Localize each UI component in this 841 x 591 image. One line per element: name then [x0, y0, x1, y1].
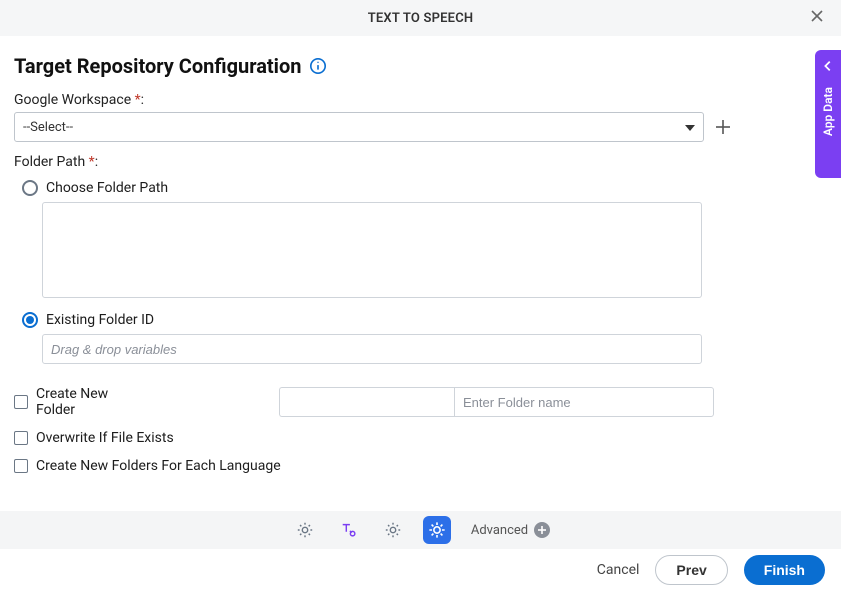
advanced-toggle[interactable]: Advanced	[471, 522, 550, 538]
gear-icon[interactable]	[291, 516, 319, 544]
info-icon[interactable]	[309, 57, 327, 75]
per-language-checkbox[interactable]	[14, 459, 28, 473]
page-title: Target Repository Configuration	[14, 54, 301, 78]
workspace-label: Google Workspace *:	[14, 92, 827, 108]
folder-path-label: Folder Path *:	[14, 154, 827, 170]
plus-circle-icon	[534, 522, 550, 538]
overwrite-row: Overwrite If File Exists	[14, 424, 827, 452]
overwrite-checkbox[interactable]	[14, 431, 28, 445]
target-gear-icon[interactable]	[423, 516, 451, 544]
radio-selected-icon[interactable]	[22, 312, 38, 328]
dialog-header: TEXT TO SPEECH	[0, 0, 841, 36]
advanced-label: Advanced	[471, 523, 528, 538]
folder-name-inputs	[279, 387, 714, 417]
existing-folder-id-input[interactable]	[42, 334, 702, 364]
text-branch-icon[interactable]	[335, 516, 363, 544]
content-area: Target Repository Configuration Google W…	[0, 36, 841, 480]
create-new-folder-row: Create New Folder	[14, 380, 714, 424]
side-tab-label: App Data	[821, 87, 835, 136]
per-language-label: Create New Folders For Each Language	[36, 458, 281, 474]
radio-unselected-icon[interactable]	[22, 180, 38, 196]
button-row: Cancel Prev Finish	[0, 549, 841, 591]
folder-name-input[interactable]	[454, 387, 714, 417]
app-data-side-tab[interactable]: App Data	[815, 50, 841, 178]
add-workspace-button[interactable]	[712, 116, 734, 138]
existing-folder-id-option[interactable]: Existing Folder ID	[22, 306, 827, 334]
folder-name-prefix-input[interactable]	[279, 387, 454, 417]
create-new-folder-checkbox[interactable]	[14, 395, 28, 409]
workspace-select[interactable]: --Select--	[14, 112, 704, 142]
footer: Advanced Cancel Prev Finish	[0, 511, 841, 591]
overwrite-label: Overwrite If File Exists	[36, 430, 174, 446]
cancel-button[interactable]: Cancel	[597, 562, 640, 578]
gear-icon-2[interactable]	[379, 516, 407, 544]
existing-folder-label: Existing Folder ID	[46, 312, 154, 328]
finish-button[interactable]: Finish	[744, 555, 825, 585]
dialog-title: TEXT TO SPEECH	[368, 11, 474, 26]
chevron-left-icon	[821, 58, 835, 77]
title-row: Target Repository Configuration	[14, 54, 827, 78]
workspace-row: --Select--	[14, 112, 827, 142]
workspace-select-value: --Select--	[23, 120, 73, 135]
per-language-row: Create New Folders For Each Language	[14, 452, 827, 480]
caret-down-icon	[685, 122, 695, 132]
prev-button[interactable]: Prev	[655, 555, 727, 585]
create-new-folder-label: Create New Folder	[36, 386, 123, 418]
step-bar: Advanced	[0, 511, 841, 549]
close-icon[interactable]	[809, 8, 829, 28]
folder-path-browser[interactable]	[42, 202, 702, 298]
choose-folder-path-option[interactable]: Choose Folder Path	[22, 174, 827, 202]
choose-folder-label: Choose Folder Path	[46, 180, 168, 196]
